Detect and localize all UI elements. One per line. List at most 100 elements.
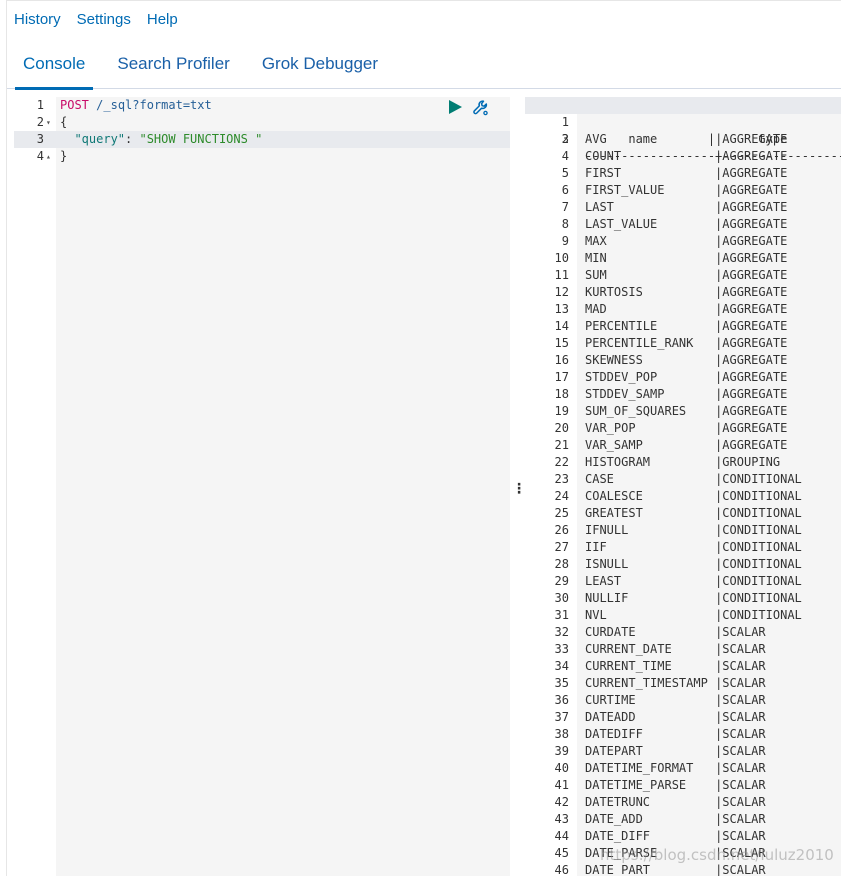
tab-grok-debugger[interactable]: Grok Debugger bbox=[246, 44, 394, 89]
name-padding bbox=[628, 557, 715, 571]
function-name: VAR_POP bbox=[585, 421, 636, 435]
function-type: SCALAR bbox=[722, 693, 766, 707]
output-line: 2 ------------------+----------------- bbox=[525, 114, 841, 163]
line-number: 5 bbox=[561, 166, 569, 180]
output-row-text: DATETIME_FORMAT |SCALAR bbox=[585, 760, 766, 777]
play-icon[interactable] bbox=[447, 99, 463, 115]
output-row-text: SUM_OF_SQUARES |AGGREGATE bbox=[585, 403, 787, 420]
line-number: 3 bbox=[561, 132, 569, 146]
output-row: 32 CURDATE |SCALAR bbox=[525, 624, 841, 641]
output-row-text: COUNT |AGGREGATE bbox=[585, 148, 787, 165]
function-type: CONDITIONAL bbox=[722, 523, 802, 537]
name-padding bbox=[686, 404, 715, 418]
output-row: 38 DATEDIFF |SCALAR bbox=[525, 726, 841, 743]
editor-line-active[interactable]: 3 "query": "SHOW FUNCTIONS " bbox=[14, 131, 510, 148]
fold-up-icon[interactable]: ▴ bbox=[46, 148, 54, 165]
line-number: 1 bbox=[36, 98, 44, 112]
function-type: AGGREGATE bbox=[722, 149, 788, 163]
function-name: DATE_PART bbox=[585, 863, 651, 876]
editor-line[interactable]: 1 POST /_sql?format=txt bbox=[14, 97, 510, 114]
function-type: AGGREGATE bbox=[722, 234, 788, 248]
name-padding bbox=[621, 574, 715, 588]
wrench-icon[interactable] bbox=[472, 99, 490, 117]
output-row: 31 NVL |CONDITIONAL bbox=[525, 607, 841, 624]
name-padding bbox=[628, 591, 715, 605]
function-name: FIRST bbox=[585, 166, 622, 180]
output-row-text: PERCENTILE_RANK |AGGREGATE bbox=[585, 335, 787, 352]
name-padding bbox=[607, 251, 715, 265]
line-number: 2 bbox=[36, 115, 44, 129]
name-padding bbox=[643, 506, 715, 520]
line-number: 36 bbox=[554, 693, 569, 707]
function-name: NVL bbox=[585, 608, 607, 622]
name-padding bbox=[628, 523, 715, 537]
output-row: 14 PERCENTILE |AGGREGATE bbox=[525, 318, 841, 335]
output-row-text: SKEWNESS |AGGREGATE bbox=[585, 352, 787, 369]
function-name: COUNT bbox=[585, 149, 622, 163]
function-type: AGGREGATE bbox=[722, 353, 788, 367]
name-padding bbox=[657, 846, 715, 860]
editor-line[interactable]: 2 ▾ { bbox=[14, 114, 510, 131]
output-row-text: SUM |AGGREGATE bbox=[585, 267, 787, 284]
output-row: 27 IIF |CONDITIONAL bbox=[525, 539, 841, 556]
line-number: 29 bbox=[554, 574, 569, 588]
line-number: 25 bbox=[554, 506, 569, 520]
tab-console[interactable]: Console bbox=[7, 44, 101, 90]
tab-search-profiler[interactable]: Search Profiler bbox=[101, 44, 245, 89]
name-padding bbox=[643, 285, 715, 299]
name-padding bbox=[664, 387, 715, 401]
function-name: CURTIME bbox=[585, 693, 636, 707]
output-row-text: LAST_VALUE |AGGREGATE bbox=[585, 216, 787, 233]
function-type: CONDITIONAL bbox=[722, 574, 802, 588]
line-number: 34 bbox=[554, 659, 569, 673]
close-brace: } bbox=[60, 149, 68, 163]
output-row: 9 MAX |AGGREGATE bbox=[525, 233, 841, 250]
dev-tools-tabs: Console Search Profiler Grok Debugger bbox=[7, 44, 841, 90]
line-number: 23 bbox=[554, 472, 569, 486]
function-name: CURRENT_TIME bbox=[585, 659, 672, 673]
top-menu: History Settings Help bbox=[6, 0, 841, 38]
function-name: IIF bbox=[585, 540, 607, 554]
function-type: CONDITIONAL bbox=[722, 608, 802, 622]
output-row: 18 STDDEV_SAMP |AGGREGATE bbox=[525, 386, 841, 403]
function-name: HISTOGRAM bbox=[585, 455, 651, 469]
output-row: 17 STDDEV_POP |AGGREGATE bbox=[525, 369, 841, 386]
name-padding bbox=[643, 744, 715, 758]
function-type: AGGREGATE bbox=[722, 285, 788, 299]
function-type: CONDITIONAL bbox=[722, 540, 802, 554]
function-name: FIRST_VALUE bbox=[585, 183, 665, 197]
panel-resizer-handle[interactable]: ⋮ bbox=[512, 480, 526, 496]
menu-history[interactable]: History bbox=[14, 11, 61, 28]
output-line: 1 name | type bbox=[525, 97, 841, 146]
function-type: SCALAR bbox=[722, 659, 766, 673]
left-border bbox=[6, 0, 7, 876]
function-name: VAR_SAMP bbox=[585, 438, 643, 452]
menu-help[interactable]: Help bbox=[147, 11, 178, 28]
function-type: GROUPING bbox=[722, 455, 781, 469]
query-key: "query" bbox=[74, 132, 126, 146]
name-padding bbox=[636, 421, 715, 435]
request-editor[interactable]: 1 POST /_sql?format=txt 2 ▾ { 3 "query":… bbox=[14, 97, 510, 876]
line-number: 35 bbox=[554, 676, 569, 690]
function-name: MAX bbox=[585, 234, 607, 248]
name-padding bbox=[607, 608, 715, 622]
output-row-text: MAD |AGGREGATE bbox=[585, 301, 787, 318]
output-row-text: CASE |CONDITIONAL bbox=[585, 471, 802, 488]
menu-settings[interactable]: Settings bbox=[77, 11, 131, 28]
output-row-text: CURRENT_DATE |SCALAR bbox=[585, 641, 766, 658]
output-row-text: DATE_ADD |SCALAR bbox=[585, 811, 766, 828]
function-name: DATE_PARSE bbox=[585, 846, 658, 860]
output-row: 36 CURTIME |SCALAR bbox=[525, 692, 841, 709]
function-type: AGGREGATE bbox=[722, 251, 788, 265]
function-name: SUM bbox=[585, 268, 607, 282]
name-padding bbox=[621, 149, 715, 163]
editor-line[interactable]: 4 ▴ } bbox=[14, 148, 510, 165]
function-type: AGGREGATE bbox=[722, 319, 788, 333]
name-padding bbox=[607, 132, 715, 146]
response-output[interactable]: 1 name | type 2 ------------------+-----… bbox=[525, 97, 841, 876]
name-padding bbox=[607, 268, 715, 282]
fold-down-icon[interactable]: ▾ bbox=[46, 114, 54, 131]
function-type: SCALAR bbox=[722, 795, 766, 809]
output-row: 33 CURRENT_DATE |SCALAR bbox=[525, 641, 841, 658]
output-row: 3 AVG |AGGREGATE bbox=[525, 131, 841, 148]
